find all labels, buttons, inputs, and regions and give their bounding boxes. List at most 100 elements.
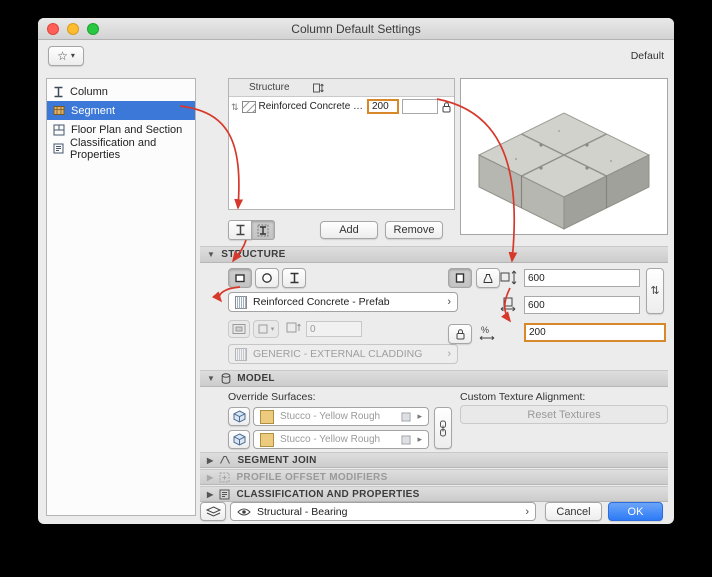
chevron-right-icon: ›	[447, 296, 451, 308]
material-swatch-icon	[235, 295, 247, 309]
shape-profile-button[interactable]	[282, 268, 306, 288]
uniform-column-icon	[454, 272, 466, 284]
cladding-swatch-icon	[235, 347, 247, 361]
disclosure-closed-icon: ▶	[207, 489, 214, 499]
link-surfaces-button[interactable]	[434, 407, 452, 449]
surface-swatch	[260, 409, 274, 424]
settings-sidebar: Column Segment Floor Plan and Section Cl…	[46, 78, 196, 516]
veneer-frame-button[interactable]	[228, 320, 250, 338]
layer-button[interactable]	[200, 502, 226, 521]
titlebar: Column Default Settings	[38, 18, 674, 40]
segment-join-section-bar[interactable]: ▶ SEGMENT JOIN	[200, 452, 668, 468]
core-material-dropdown[interactable]: Reinforced Concrete - Prefab ›	[228, 292, 458, 312]
reset-textures-button[interactable]: Reset Textures	[460, 405, 668, 424]
custom-texture-label: Custom Texture Alignment:	[460, 391, 586, 403]
surface-settings-icon	[401, 412, 411, 422]
ok-button[interactable]: OK	[608, 502, 663, 521]
cladding-dropdown[interactable]: GENERIC - EXTERNAL CLADDING ›	[228, 344, 458, 364]
sidebar-item-classification[interactable]: Classification and Properties	[47, 136, 195, 161]
core-material-name: Reinforced Concrete - Prefab	[253, 296, 390, 308]
chain-icon	[438, 420, 448, 437]
circle-icon	[261, 272, 273, 284]
cube-icon	[233, 433, 246, 446]
model-section-title: MODEL	[237, 373, 275, 384]
uniform-column-button[interactable]	[448, 268, 472, 288]
segment-height-input[interactable]	[367, 99, 399, 114]
height-input[interactable]	[524, 323, 666, 342]
veneer-thickness-input[interactable]	[306, 321, 362, 337]
structure-list-table: Structure ⇅ Reinforced Concrete - Prefab	[228, 78, 455, 210]
classification-section-bar[interactable]: ▶ CLASSIFICATION AND PROPERTIES	[200, 486, 668, 502]
column-height-icon	[312, 82, 324, 94]
sidebar-item-label: Classification and Properties	[70, 136, 157, 161]
remove-button[interactable]: Remove	[385, 221, 443, 239]
surface-settings-icon	[401, 435, 411, 445]
column-icon	[53, 86, 64, 98]
zoom-button[interactable]	[87, 23, 99, 35]
shape-rectangle-button[interactable]	[228, 268, 252, 288]
veneer-type-icon	[258, 324, 268, 334]
veneer-dropdown-button[interactable]: ▾	[253, 320, 279, 338]
minimize-button[interactable]	[67, 23, 79, 35]
favorites-button[interactable]: ☆ ▾	[48, 46, 84, 66]
layer-dropdown[interactable]: Structural - Bearing ›	[230, 502, 536, 521]
default-label: Default	[630, 50, 664, 62]
add-button-label: Add	[339, 224, 359, 236]
lock-ratio-button[interactable]	[448, 324, 472, 344]
surface-name: Stucco - Yellow Rough	[280, 411, 381, 422]
disclosure-closed-icon: ▶	[207, 472, 214, 482]
override-surfaces-label: Override Surfaces:	[228, 391, 316, 403]
profile-offset-section-bar[interactable]: ▶ PROFILE OFFSET MODIFIERS	[200, 469, 668, 485]
concrete-blocks-image	[477, 112, 651, 230]
cancel-button[interactable]: Cancel	[545, 502, 602, 521]
tab-plain-column[interactable]	[228, 220, 252, 240]
surface-swatch	[260, 432, 274, 447]
profile-offset-title: PROFILE OFFSET MODIFIERS	[236, 471, 388, 483]
classification-title: CLASSIFICATION AND PROPERTIES	[236, 488, 420, 500]
add-button[interactable]: Add	[320, 221, 378, 239]
preview-3d[interactable]	[460, 78, 668, 235]
chevron-down-icon: ▾	[270, 326, 275, 333]
structure-section-title: STRUCTURE	[221, 249, 286, 260]
shape-circle-button[interactable]	[255, 268, 279, 288]
chevron-right-icon: ›	[525, 505, 529, 518]
width-dimension-icon	[500, 270, 518, 285]
cube-icon	[233, 410, 246, 423]
sidebar-item-label: Column	[70, 85, 108, 98]
veneer-offset-icon	[286, 321, 301, 334]
tapered-column-icon	[482, 272, 494, 284]
surface-name: Stucco - Yellow Rough	[280, 434, 381, 445]
segment-extra-input[interactable]	[402, 99, 438, 114]
disclosure-open-icon: ▼	[207, 250, 216, 259]
chevron-right-icon: ›	[447, 348, 451, 360]
width-input[interactable]	[524, 269, 640, 287]
surface-override-button[interactable]	[228, 407, 250, 426]
cancel-button-label: Cancel	[556, 505, 591, 518]
swap-dimensions-button[interactable]: ⇅	[646, 268, 664, 314]
floor-plan-icon	[53, 124, 65, 136]
sidebar-item-label: Floor Plan and Section	[71, 123, 183, 136]
structure-header-label: Structure	[249, 82, 290, 93]
structure-section-bar[interactable]: ▼ STRUCTURE	[200, 246, 668, 263]
lock-icon[interactable]	[441, 101, 452, 113]
plain-column-icon	[235, 224, 246, 236]
sidebar-item-segment[interactable]: Segment	[47, 101, 195, 120]
tapered-column-button[interactable]	[476, 268, 500, 288]
surface-dropdown[interactable]: Stucco - Yellow Rough ▸	[253, 407, 429, 426]
depth-input[interactable]	[524, 296, 640, 314]
sidebar-item-column[interactable]: Column	[47, 82, 195, 101]
close-button[interactable]	[47, 23, 59, 35]
sidebar-item-label: Segment	[71, 104, 116, 117]
model-icon	[221, 373, 231, 384]
chevron-right-icon: ▸	[417, 434, 422, 444]
surface-dropdown[interactable]: Stucco - Yellow Rough ▸	[253, 430, 429, 449]
veneer-frame-icon	[232, 323, 246, 335]
segment-join-icon	[219, 455, 231, 465]
model-section-bar[interactable]: ▼ MODEL	[200, 370, 668, 387]
segment-join-title: SEGMENT JOIN	[237, 454, 317, 466]
tab-profile-column[interactable]	[251, 220, 275, 240]
depth-dimension-icon	[500, 297, 518, 312]
structure-list-row[interactable]: ⇅ Reinforced Concrete - Prefab	[229, 97, 454, 116]
profile-offset-icon	[219, 472, 230, 483]
surface-override-button[interactable]	[228, 430, 250, 449]
